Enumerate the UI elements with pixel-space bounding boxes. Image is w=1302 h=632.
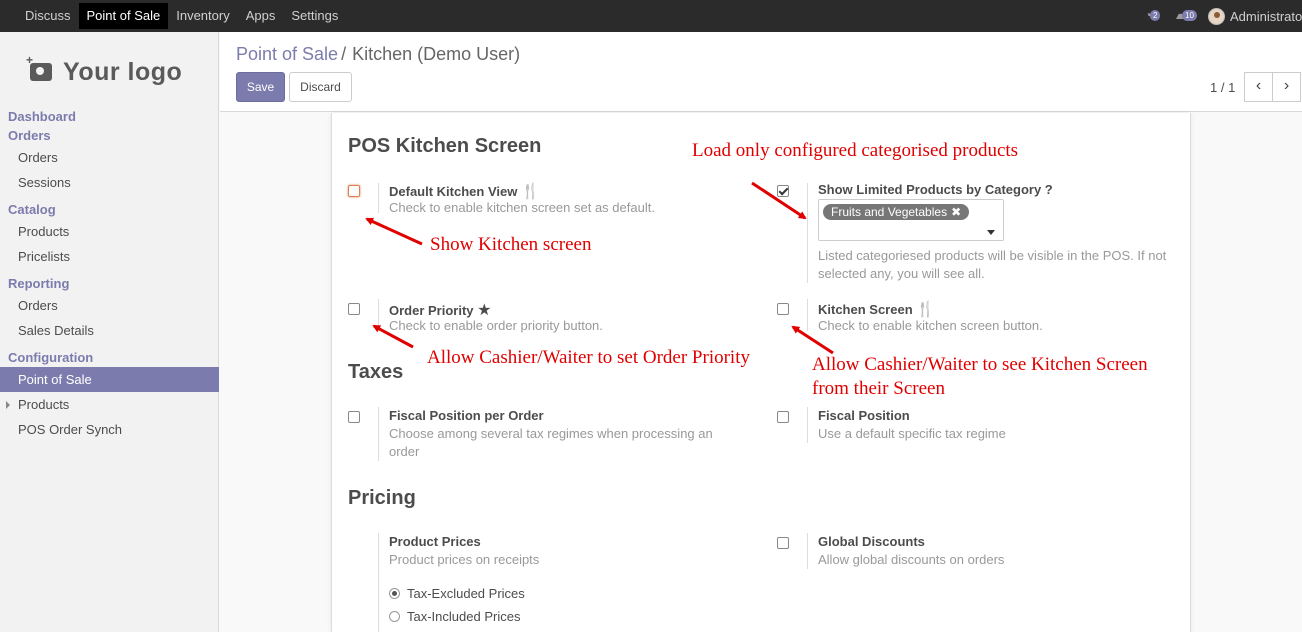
user-menu[interactable]: Administrator [1230, 9, 1302, 24]
top-navbar: Discuss Point of Sale Inventory Apps Set… [0, 0, 1302, 32]
tax-excluded-label[interactable]: Tax-Excluded Prices [407, 586, 525, 601]
close-icon[interactable]: ✖ [951, 205, 961, 219]
sidebar-item-config-products[interactable]: Products [0, 392, 219, 417]
kitchen-screen-title: Kitchen Screen 🍴 [818, 300, 935, 318]
fiscal-position-checkbox[interactable] [777, 411, 789, 423]
pager-previous-button[interactable]: ‹ [1244, 72, 1273, 102]
divider [378, 533, 379, 632]
sidebar-item-reporting-orders[interactable]: Orders [0, 293, 219, 318]
dropdown-caret-icon[interactable] [987, 230, 995, 235]
breadcrumb: Point of Sale / Kitchen (Demo User) [236, 44, 520, 65]
fiscal-position-per-order-title: Fiscal Position per Order [389, 408, 544, 423]
messages-button[interactable]: ▰ 10 [1176, 7, 1200, 25]
show-limited-products-title: Show Limited Products by Category ? [818, 182, 1053, 197]
category-tag-label: Fruits and Vegetables [831, 205, 948, 219]
breadcrumb-link[interactable]: Point of Sale [236, 44, 338, 64]
global-discounts-title: Global Discounts [818, 534, 925, 549]
nav-point-of-sale[interactable]: Point of Sale [78, 3, 169, 29]
nav-apps[interactable]: Apps [238, 3, 284, 29]
nav-discuss[interactable]: Discuss [17, 3, 79, 29]
fiscal-position-desc: Use a default specific tax regime [818, 426, 1006, 441]
sidebar-menu: Dashboard Orders Orders Sessions Catalog… [0, 108, 219, 442]
sidebar-item-label: Products [18, 397, 70, 412]
control-panel: Point of Sale / Kitchen (Demo User) Save D… [220, 32, 1302, 112]
global-discounts-desc: Allow global discounts on orders [818, 552, 1005, 567]
section-title-pricing: Pricing [348, 487, 416, 509]
cutlery-icon: 🍴 [520, 183, 540, 200]
divider [807, 533, 808, 569]
sidebar-item-pos-order-synch[interactable]: POS Order Synch [0, 417, 219, 442]
fiscal-position-title: Fiscal Position [818, 408, 910, 423]
activity-button[interactable]: ◔ 2 [1144, 7, 1168, 25]
tax-excluded-radio[interactable] [389, 588, 400, 599]
annotation-allow-priority: Allow Cashier/Waiter to set Order Priori… [427, 347, 750, 368]
sidebar: Your logo Dashboard Orders Orders Sessio… [0, 32, 219, 632]
cutlery-icon: 🍴 [916, 301, 935, 318]
product-prices-title: Product Prices [389, 534, 481, 549]
camera-icon [26, 53, 52, 81]
pager-value[interactable]: 1 / 1 [1210, 80, 1235, 95]
discard-button[interactable]: Discard [289, 72, 352, 102]
fiscal-position-per-order-desc: Choose among several tax regimes when pr… [389, 426, 713, 459]
divider [807, 299, 808, 331]
chevron-left-icon: ‹ [1255, 77, 1262, 94]
chevron-right-icon: › [1283, 77, 1290, 94]
sidebar-item-products[interactable]: Products [0, 219, 219, 244]
sidebar-item-orders[interactable]: Orders [0, 145, 219, 170]
sidebar-item-point-of-sale[interactable]: Point of Sale [0, 367, 219, 392]
show-limited-products-desc: Listed categoriesed products will be vis… [818, 248, 1167, 281]
sidebar-section-dashboard[interactable]: Dashboard [0, 108, 219, 126]
nav-inventory[interactable]: Inventory [168, 3, 237, 29]
kitchen-screen-desc: Check to enable kitchen screen button. [818, 318, 1043, 333]
section-title-kitchen: POS Kitchen Screen [348, 135, 542, 157]
category-tag[interactable]: Fruits and Vegetables ✖ [823, 204, 970, 220]
divider [807, 183, 808, 283]
pager-next-button[interactable]: › [1272, 72, 1301, 102]
avatar[interactable] [1208, 7, 1225, 25]
default-kitchen-view-title: Default Kitchen View 🍴 [389, 182, 540, 200]
breadcrumb-separator: / [341, 44, 347, 64]
caret-right-icon [6, 401, 10, 409]
divider [378, 299, 379, 331]
default-kitchen-view-label: Default Kitchen View [389, 184, 518, 199]
global-discounts-checkbox[interactable] [777, 537, 789, 549]
message-count: 10 [1182, 10, 1197, 21]
logo-text: Your logo [63, 57, 183, 86]
order-priority-label: Order Priority [389, 303, 474, 318]
kitchen-screen-checkbox[interactable] [777, 303, 789, 315]
divider [378, 183, 379, 213]
activity-count: 2 [1150, 10, 1161, 21]
sidebar-item-sales-details[interactable]: Sales Details [0, 318, 219, 343]
fiscal-position-per-order-checkbox[interactable] [348, 411, 360, 423]
annotation-allow-kitchen-line2: from their Screen [812, 378, 945, 399]
annotation-allow-kitchen-line1: Allow Cashier/Waiter to see Kitchen Scre… [812, 354, 1148, 375]
sidebar-item-sessions[interactable]: Sessions [0, 170, 219, 195]
order-priority-desc: Check to enable order priority button. [389, 318, 603, 333]
show-limited-products-checkbox[interactable] [777, 185, 789, 197]
save-button[interactable]: Save [236, 72, 285, 102]
sidebar-section-orders[interactable]: Orders [0, 126, 219, 146]
product-prices-desc: Product prices on receipts [389, 552, 540, 567]
divider [378, 407, 379, 461]
order-priority-checkbox[interactable] [348, 303, 360, 315]
breadcrumb-current: Kitchen (Demo User) [352, 44, 521, 64]
divider [807, 407, 808, 443]
default-kitchen-view-desc: Check to enable kitchen screen set as de… [389, 200, 655, 215]
category-many2many-field[interactable]: Fruits and Vegetables ✖ [818, 199, 1004, 241]
tax-included-label[interactable]: Tax-Included Prices [407, 609, 520, 624]
tax-included-radio[interactable] [389, 611, 400, 622]
kitchen-screen-label: Kitchen Screen [818, 302, 913, 317]
annotation-load-only: Load only configured categorised product… [692, 140, 1019, 161]
company-logo[interactable]: Your logo [26, 52, 200, 92]
sidebar-item-pricelists[interactable]: Pricelists [0, 244, 219, 269]
annotation-show-kitchen: Show Kitchen screen [430, 234, 592, 255]
section-title-taxes: Taxes [348, 361, 404, 383]
default-kitchen-view-checkbox[interactable] [348, 185, 360, 197]
nav-settings[interactable]: Settings [283, 3, 346, 29]
